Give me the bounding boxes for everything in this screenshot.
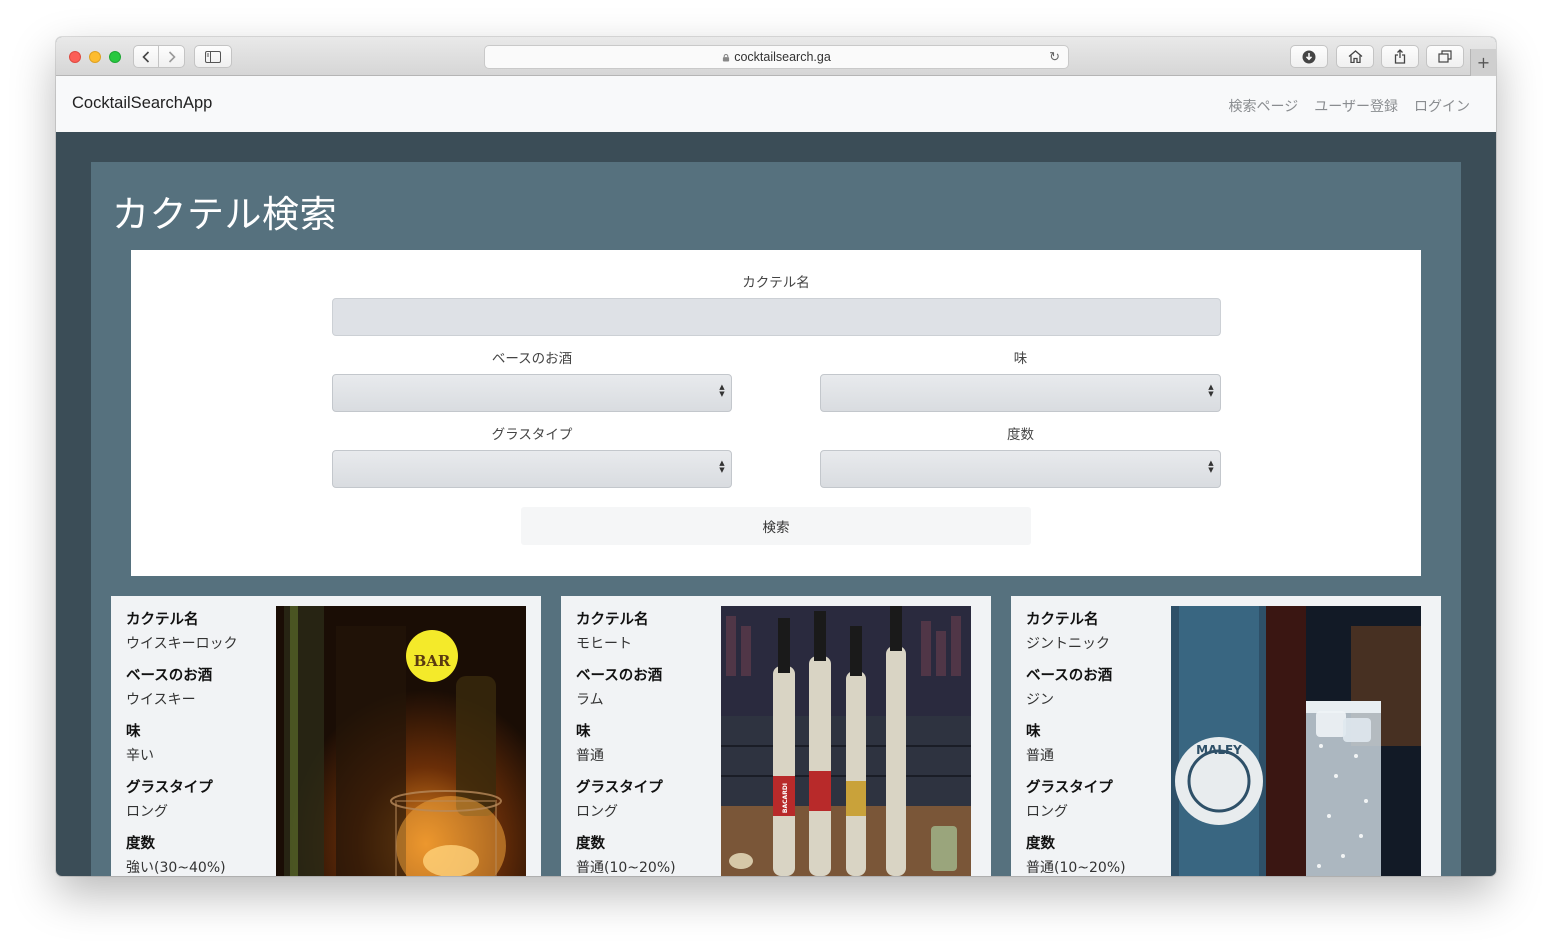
taste-key: 味 [576, 724, 591, 740]
strength-key: 度数 [1026, 836, 1055, 852]
taste-key: 味 [126, 724, 141, 740]
name-key: カクテル名 [126, 612, 199, 628]
sidebar-toggle-button[interactable] [194, 45, 232, 68]
cocktail-photo: MALFY [1171, 606, 1421, 876]
cocktail-card[interactable]: カクテル名 ウイスキーロック ベースのお酒 ウイスキー 味 辛い グラスタイプ … [111, 596, 541, 876]
cocktail-photo: BAR [276, 606, 526, 876]
name-value: モヒート [576, 636, 632, 652]
strength-label: 度数 [1007, 427, 1034, 443]
strength-value: 強い(30~40%) [126, 860, 226, 876]
bottle-label-text: MALFY [1196, 743, 1242, 757]
search-button[interactable]: 検索 [521, 507, 1031, 545]
show-tabs-button[interactable] [1426, 45, 1464, 68]
browser-toolbar: cocktailsearch.ga ↻ + [56, 37, 1496, 76]
nav-links: 検索ページ ユーザー登録 ログイン [1229, 96, 1470, 116]
select-arrows-icon: ▲ ▼ [1208, 459, 1214, 474]
glass-key: グラスタイプ [1026, 780, 1113, 796]
cocktail-photo: BACARDI [721, 606, 971, 876]
plus-icon: + [1476, 53, 1491, 72]
bar-sign-text: BAR [414, 652, 451, 670]
reload-icon[interactable]: ↻ [1049, 49, 1060, 65]
base-key: ベースのお酒 [126, 668, 213, 684]
back-button[interactable] [134, 46, 160, 67]
strength-key: 度数 [126, 836, 155, 852]
bottle-label-text: BACARDI [782, 783, 789, 813]
select-arrows-icon: ▲ ▼ [719, 459, 725, 474]
base-value: ウイスキー [126, 692, 196, 708]
name-value: ウイスキーロック [126, 636, 238, 652]
home-button[interactable] [1336, 45, 1374, 68]
glass-type-select[interactable]: ▲ ▼ [332, 450, 732, 488]
share-icon [1394, 49, 1406, 64]
name-key: カクテル名 [1026, 612, 1099, 628]
taste-value: 普通 [1026, 748, 1054, 764]
minimize-window-button[interactable] [89, 51, 101, 63]
glass-value: ロング [576, 804, 618, 820]
strength-value: 普通(10~20%) [1026, 860, 1126, 876]
taste-key: 味 [1026, 724, 1041, 740]
forward-button[interactable] [159, 46, 184, 67]
base-key: ベースのお酒 [1026, 668, 1113, 684]
cocktail-name-input[interactable] [332, 298, 1221, 336]
lock-icon [723, 54, 730, 62]
chevron-left-icon [142, 50, 150, 63]
select-arrows-icon: ▲ ▼ [1208, 383, 1214, 398]
cocktail-details: カクテル名 ジントニック ベースのお酒 ジン 味 普通 グラスタイプ ロング 度… [1026, 608, 1174, 876]
base-value: ジン [1026, 692, 1054, 708]
downloads-button[interactable] [1290, 45, 1328, 68]
glass-key: グラスタイプ [126, 780, 213, 796]
download-icon [1302, 50, 1316, 63]
browser-window: cocktailsearch.ga ↻ + CocktailSearchApp … [56, 37, 1496, 876]
cocktail-card[interactable]: カクテル名 ジントニック ベースのお酒 ジン 味 普通 グラスタイプ ロング 度… [1011, 596, 1441, 876]
base-spirit-label: ベースのお酒 [491, 351, 573, 367]
site-navbar: CocktailSearchApp 検索ページ ユーザー登録 ログイン [56, 76, 1496, 132]
history-nav [133, 45, 185, 68]
strength-key: 度数 [576, 836, 605, 852]
tabs-overview-icon [1438, 50, 1452, 63]
taste-value: 辛い [126, 748, 154, 764]
name-key: カクテル名 [576, 612, 649, 628]
glass-key: グラスタイプ [576, 780, 663, 796]
home-icon [1348, 50, 1362, 63]
glass-type-label: グラスタイプ [491, 427, 573, 443]
share-button[interactable] [1381, 45, 1419, 68]
url-text: cocktailsearch.ga [734, 50, 831, 64]
cocktail-details: カクテル名 モヒート ベースのお酒 ラム 味 普通 グラスタイプ ロング 度数 … [576, 608, 724, 876]
select-arrows-icon: ▲ ▼ [719, 383, 725, 398]
zoom-window-button[interactable] [109, 51, 121, 63]
nav-link-login[interactable]: ログイン [1414, 96, 1470, 116]
strength-select[interactable]: ▲ ▼ [820, 450, 1221, 488]
page-title: カクテル検索 [112, 193, 337, 236]
sidebar-icon [205, 50, 221, 63]
base-value: ラム [576, 692, 604, 708]
taste-label: 味 [1013, 351, 1028, 367]
close-window-button[interactable] [69, 51, 81, 63]
cocktail-card[interactable]: カクテル名 モヒート ベースのお酒 ラム 味 普通 グラスタイプ ロング 度数 … [561, 596, 991, 876]
nav-link-register[interactable]: ユーザー登録 [1314, 96, 1398, 116]
chevron-right-icon [168, 50, 176, 63]
taste-value: 普通 [576, 748, 604, 764]
taste-select[interactable]: ▲ ▼ [820, 374, 1221, 412]
new-tab-button[interactable]: + [1470, 49, 1496, 76]
brand-link[interactable]: CocktailSearchApp [72, 94, 212, 113]
address-bar[interactable]: cocktailsearch.ga ↻ [484, 45, 1069, 69]
base-key: ベースのお酒 [576, 668, 663, 684]
glass-value: ロング [1026, 804, 1068, 820]
name-value: ジントニック [1026, 636, 1110, 652]
glass-value: ロング [126, 804, 168, 820]
base-spirit-select[interactable]: ▲ ▼ [332, 374, 732, 412]
strength-value: 普通(10~20%) [576, 860, 676, 876]
cocktail-details: カクテル名 ウイスキーロック ベースのお酒 ウイスキー 味 辛い グラスタイプ … [126, 608, 274, 876]
search-jumbotron: カクテル検索 カクテル名 ベースのお酒 ▲ ▼ 味 ▲ ▼ グラスタイプ ▲ ▼ 度数… [91, 162, 1461, 876]
search-form: カクテル名 ベースのお酒 ▲ ▼ 味 ▲ ▼ グラスタイプ ▲ ▼ 度数 ▲ ▼ 検索 [131, 250, 1421, 576]
cocktail-name-label: カクテル名 [742, 275, 810, 291]
nav-link-search[interactable]: 検索ページ [1229, 96, 1299, 116]
